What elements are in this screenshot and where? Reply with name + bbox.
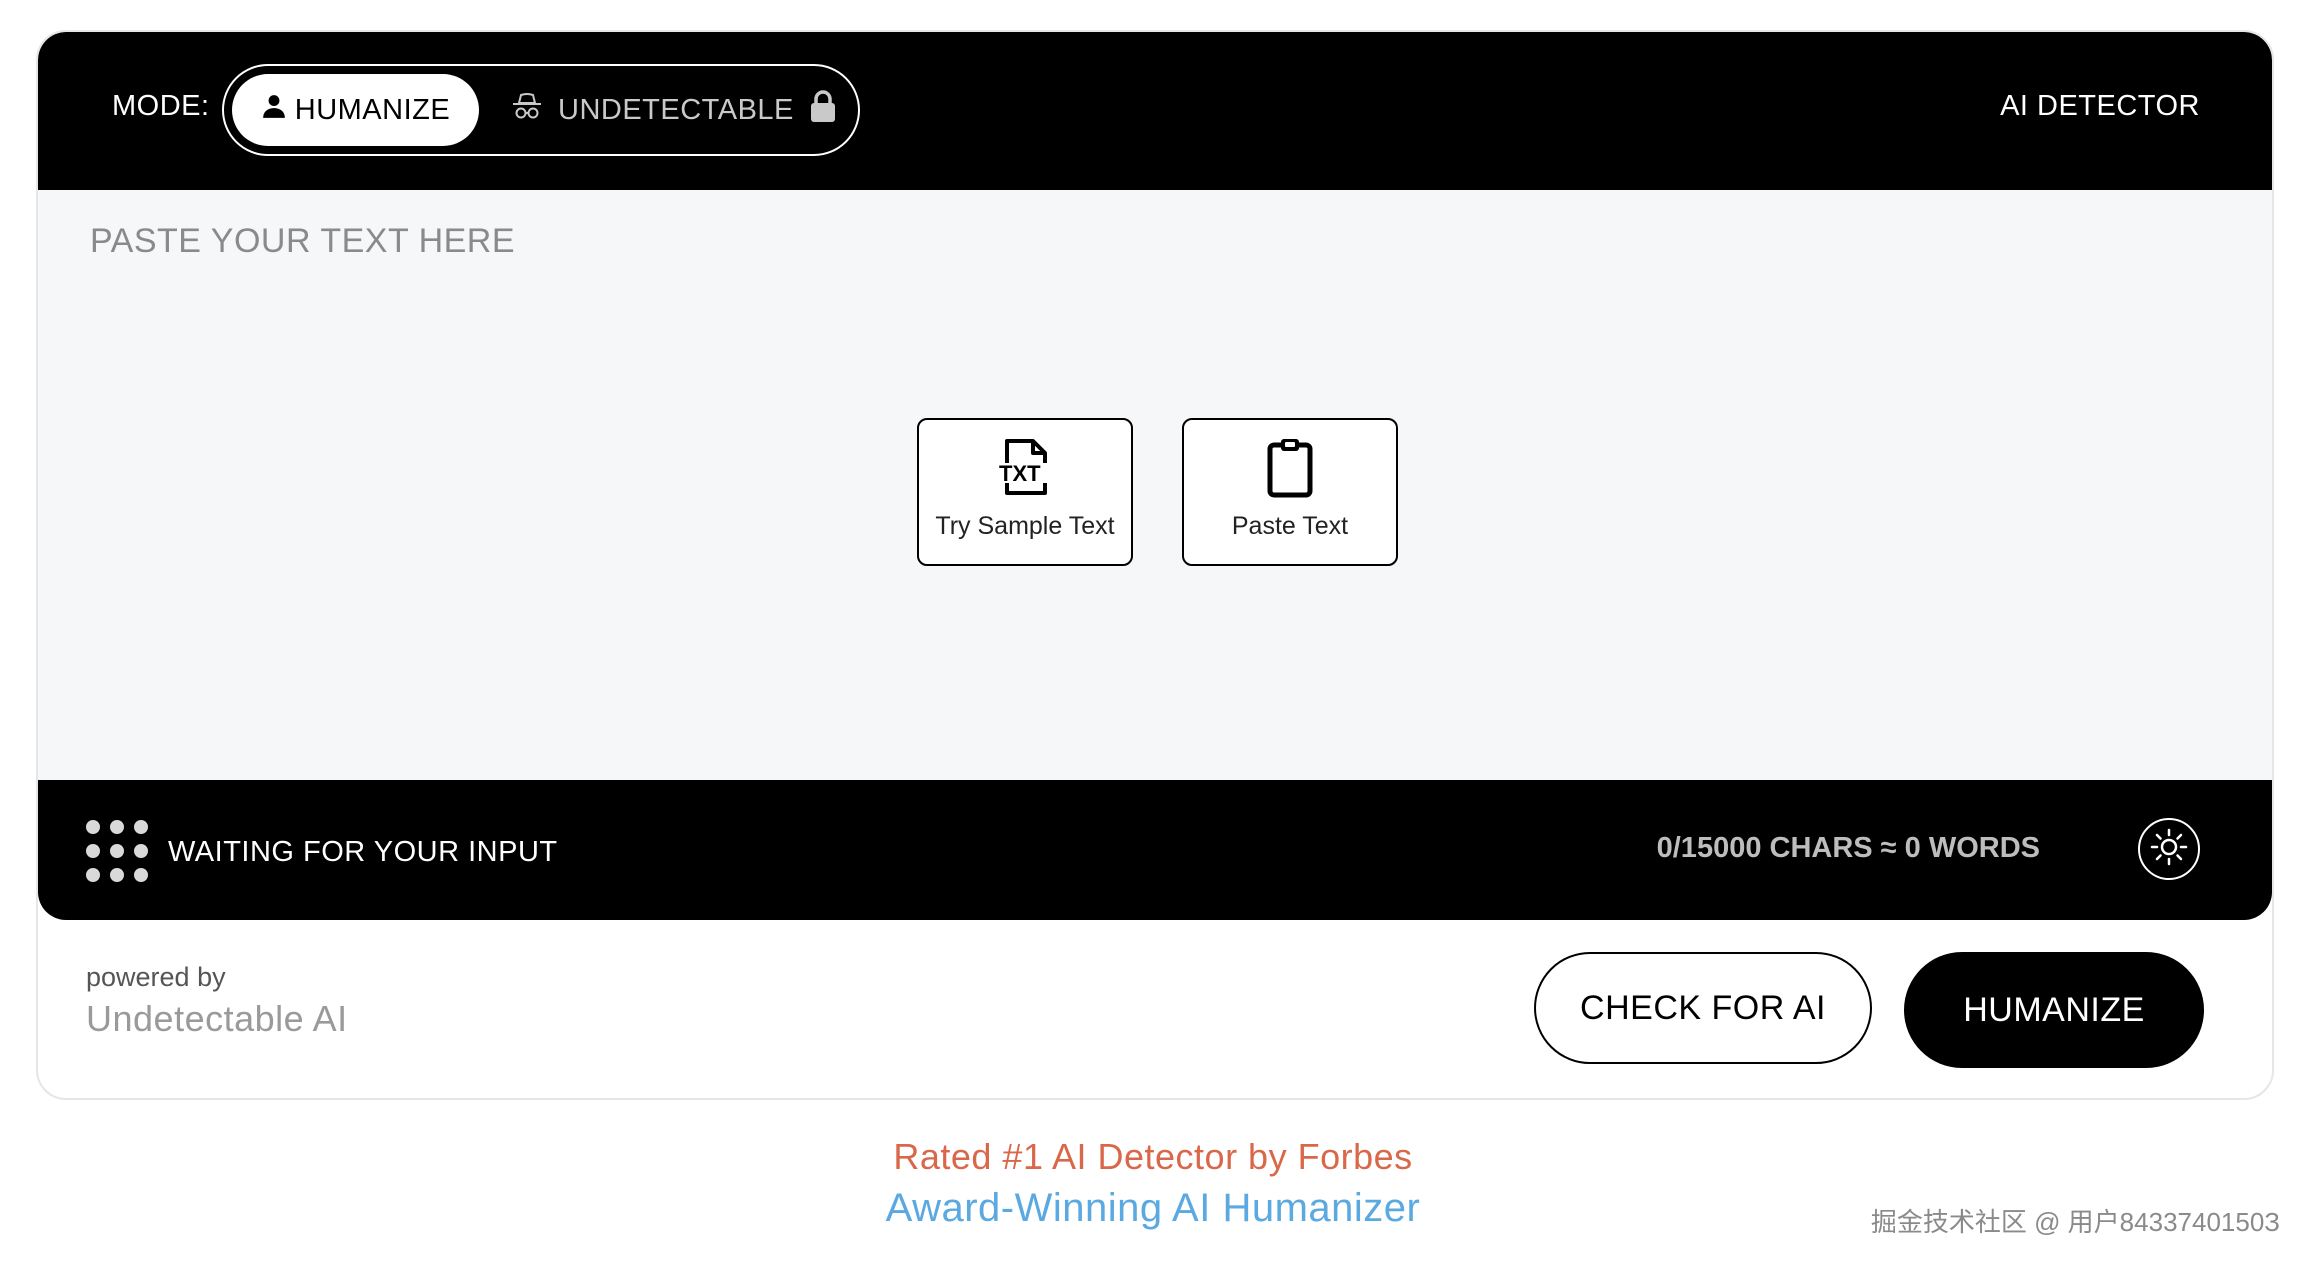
mode-undetectable-label: UNDETECTABLE [558,93,794,126]
person-icon [261,93,287,127]
dots-grid-icon [86,820,148,882]
txt-file-icon: TXT [993,434,1057,500]
sun-icon [2149,827,2189,872]
editor-placeholder: PASTE YOUR TEXT HERE [90,222,516,260]
paste-text-label: Paste Text [1231,512,1349,540]
mode-humanize-button[interactable]: HUMANIZE [232,74,479,146]
ai-detector-link[interactable]: AI DETECTOR [2000,90,2200,123]
powered-by-brand: Undetectable AI [86,998,348,1039]
humanizer-card: MODE: HUMANIZE UNDETECTABLE AI DETECTOR … [36,30,2274,1100]
spy-icon [510,91,544,129]
svg-text:TXT: TXT [999,461,1041,486]
text-editor[interactable]: PASTE YOUR TEXT HERE TXT Try Sample Text [38,190,2272,780]
top-bar: MODE: HUMANIZE UNDETECTABLE AI DETECTOR [38,32,2272,190]
status-bar: WAITING FOR YOUR INPUT 0/15000 CHARS ≈ 0… [38,780,2272,920]
lock-icon [808,89,838,131]
try-sample-text-label: Try Sample Text [935,512,1115,540]
status-text: WAITING FOR YOUR INPUT [168,836,558,868]
clipboard-icon [1262,434,1318,500]
char-count: 0/15000 CHARS ≈ 0 WORDS [1656,832,2040,864]
paste-text-button[interactable]: Paste Text [1182,418,1398,566]
mode-label: MODE: [112,90,210,122]
try-sample-text-button[interactable]: TXT Try Sample Text [917,418,1133,566]
watermark: 掘金技术社区 @ 用户8433740150З [1870,1207,2280,1237]
theme-toggle-button[interactable] [2138,818,2200,880]
tagline-forbes: Rated #1 AI Detector by Forbes [893,1136,1413,1177]
mode-humanize-label: HUMANIZE [294,93,451,126]
check-for-ai-button[interactable]: CHECK FOR AI [1534,952,1872,1064]
humanize-button[interactable]: HUMANIZE [1904,952,2204,1068]
mode-undetectable-button[interactable]: UNDETECTABLE [510,74,838,146]
mode-switch: HUMANIZE UNDETECTABLE [222,64,860,156]
powered-by-label: powered by [86,962,226,992]
